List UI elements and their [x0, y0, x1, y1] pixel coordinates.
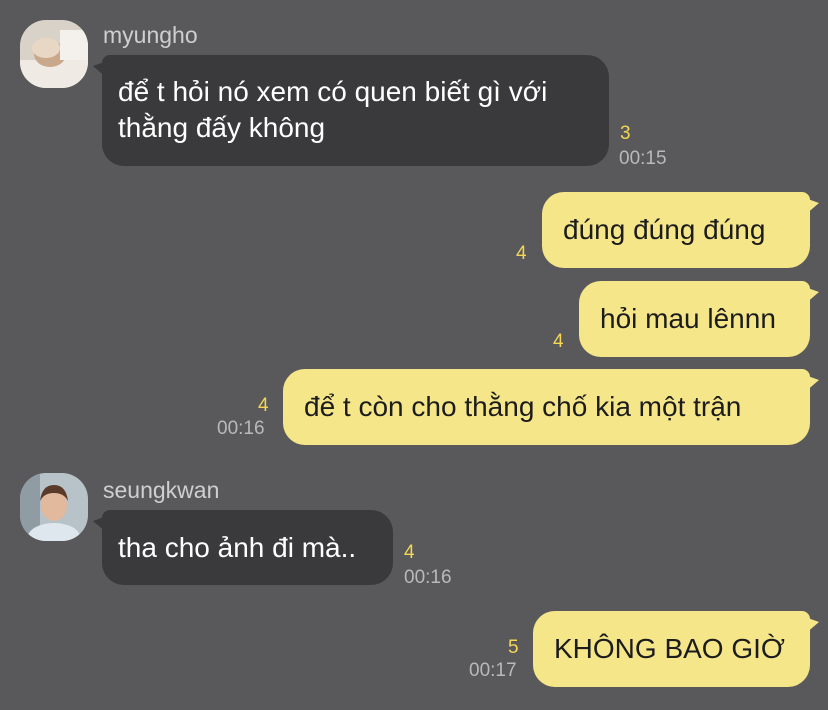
sender-name: seungkwan	[103, 477, 220, 503]
unread-count: 4	[553, 331, 564, 352]
message-time: 00:16	[217, 418, 265, 439]
message-time: 00:17	[469, 660, 517, 681]
sender-name: myungho	[103, 22, 198, 48]
message-text: tha cho ảnh đi mà..	[118, 532, 357, 563]
message-text: đúng đúng đúng	[563, 214, 766, 245]
unread-count: 4	[404, 542, 415, 563]
message-bubble[interactable]: để t còn cho thằng chố kia một trận	[283, 369, 819, 445]
message-bubble[interactable]: đúng đúng đúng	[542, 192, 819, 268]
message-bubble[interactable]: hỏi mau lênnn	[579, 281, 819, 357]
message-bubble[interactable]: tha cho ảnh đi mà..	[93, 510, 393, 585]
avatar-image	[20, 473, 88, 541]
message-text: KHÔNG BAO GIỜ	[554, 633, 785, 664]
message-time: 00:15	[619, 148, 667, 169]
message-bubble[interactable]: để t hỏi nó xem có quen biết gì với thằn…	[93, 55, 609, 166]
avatar-seungkwan[interactable]	[20, 473, 88, 541]
avatar-image	[20, 20, 88, 88]
message-text-line: thằng đấy không	[118, 112, 326, 143]
message-bubble[interactable]: KHÔNG BAO GIỜ	[533, 611, 819, 687]
unread-count: 5	[508, 637, 519, 658]
message-text-line: để t hỏi nó xem có quen biết gì với	[118, 76, 548, 107]
unread-count: 3	[620, 123, 631, 144]
avatar-myungho[interactable]	[20, 20, 88, 88]
message-text: hỏi mau lênnn	[600, 303, 776, 334]
message-text: để t còn cho thằng chố kia một trận	[304, 391, 742, 422]
unread-count: 4	[516, 243, 527, 264]
message-time: 00:16	[404, 567, 452, 588]
unread-count: 4	[258, 395, 269, 416]
